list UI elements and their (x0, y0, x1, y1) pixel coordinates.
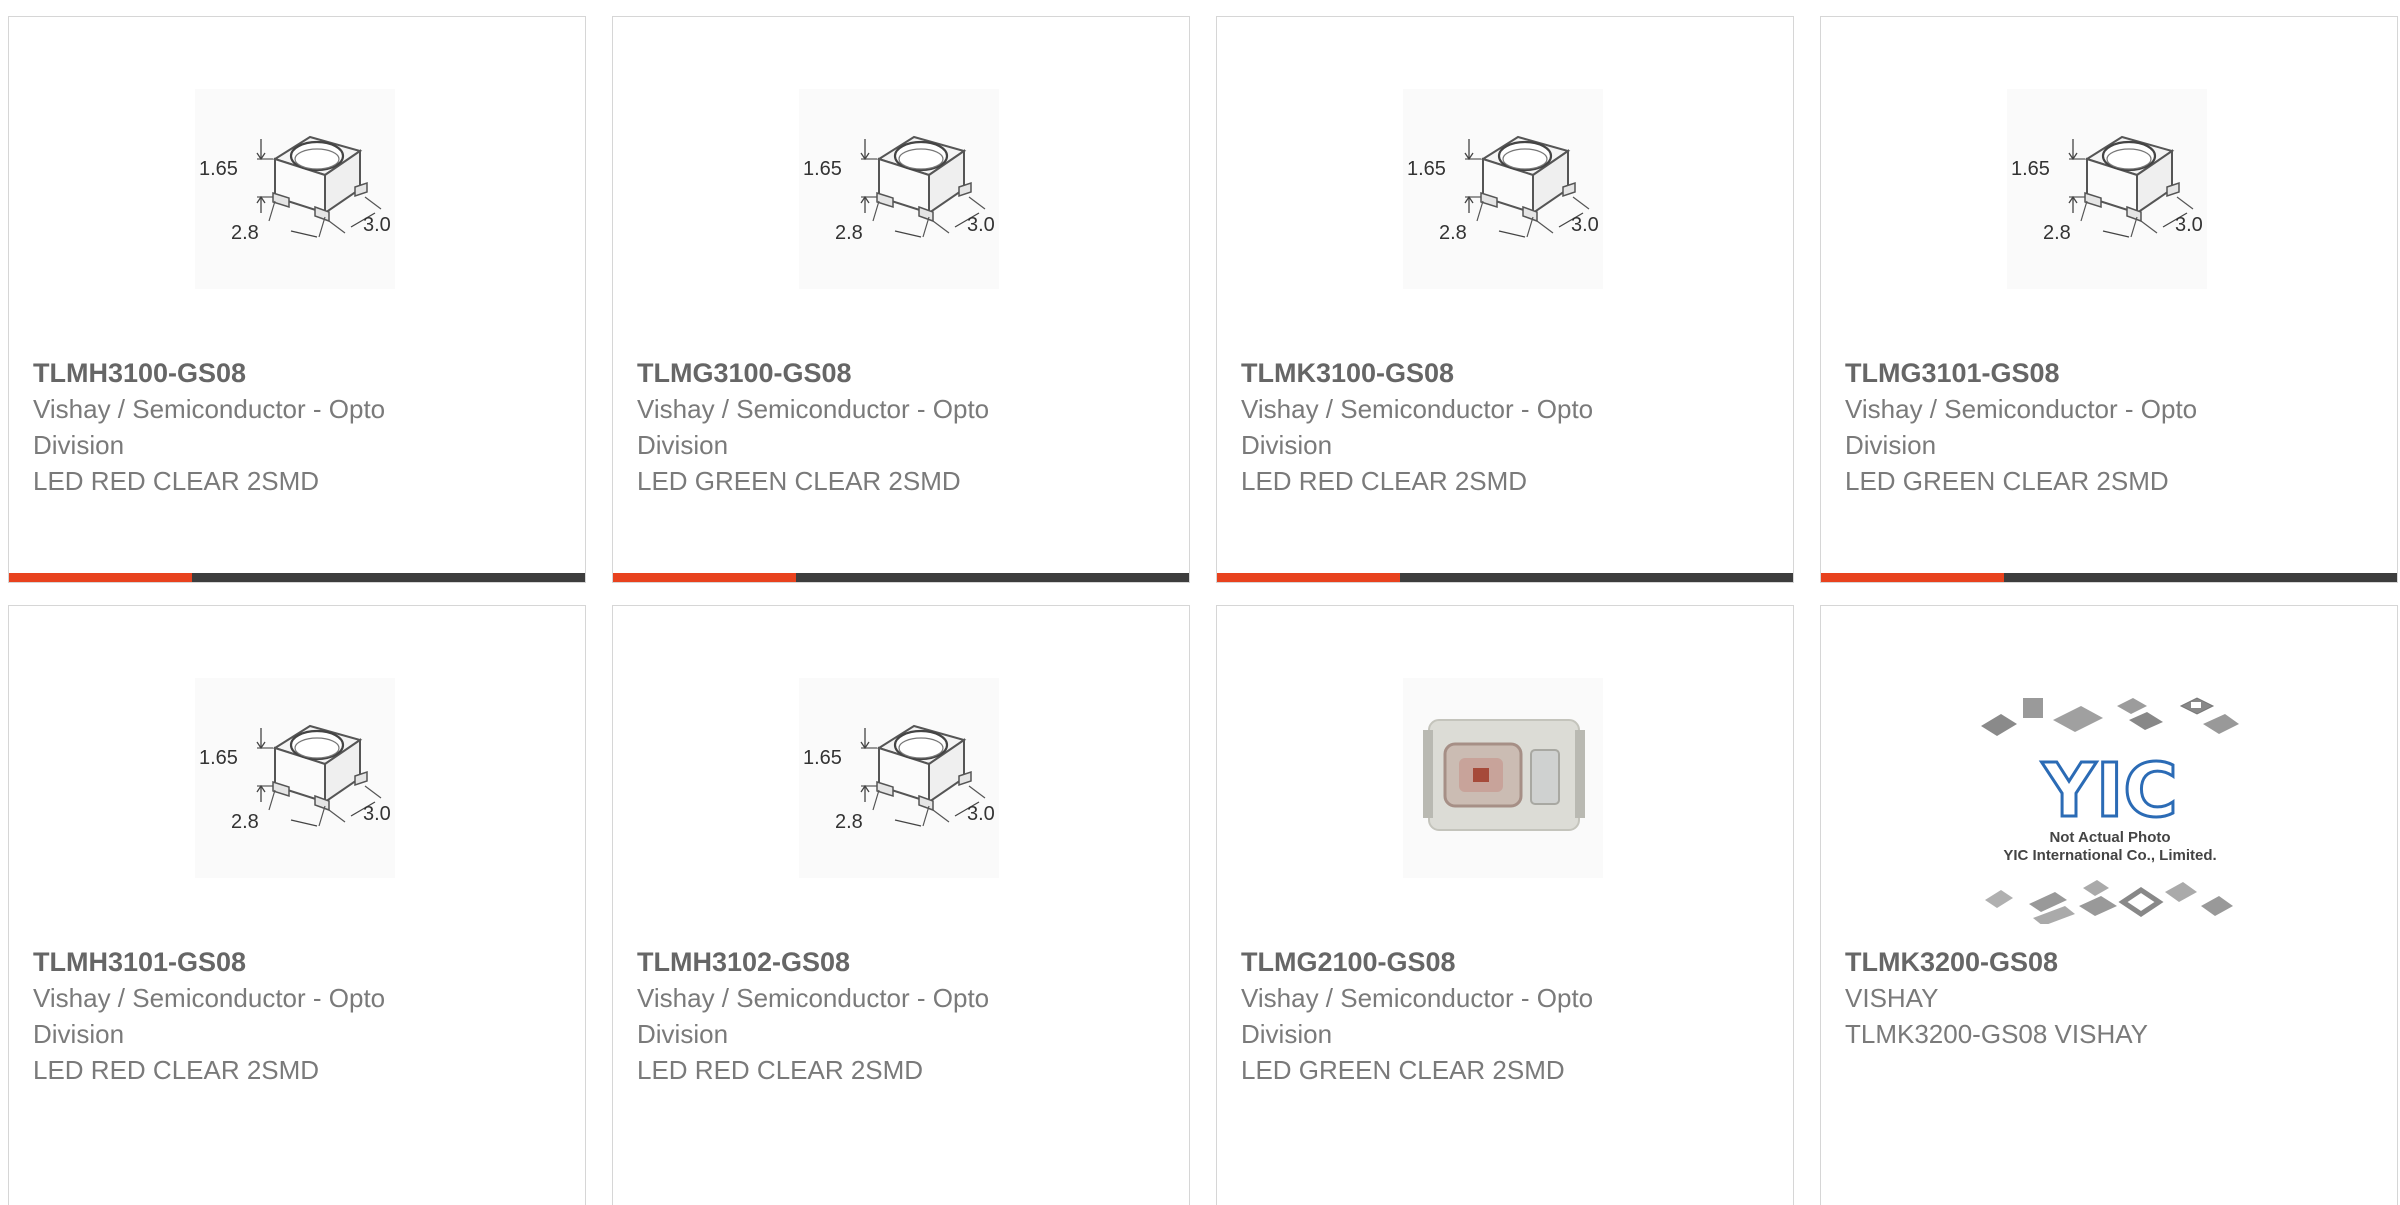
led-photo-icon (1423, 718, 1585, 838)
dim-width-label: 2.8 (835, 811, 863, 833)
dim-depth-label: 3.0 (967, 803, 995, 825)
dimension-drawing-icon: 1.65 2.8 3.0 (1407, 135, 1599, 244)
product-card[interactable]: 1.65 2.8 3.0 TLMH3100-GS08 Vishay / Semi… (8, 16, 586, 583)
product-info: TLMH3101-GS08 Vishay / Semiconductor - O… (33, 944, 503, 1088)
dim-height-label: 1.65 (803, 158, 842, 180)
card-accent-bar (1821, 573, 2004, 582)
product-image[interactable]: YIC Not Actual Photo YIC International C… (1971, 684, 2249, 924)
product-description: TLMK3200-GS08 VISHAY (1845, 1019, 2148, 1049)
dimension-drawing-icon: 1.65 2.8 3.0 (803, 135, 995, 244)
dim-width-label: 2.8 (1439, 222, 1467, 244)
dimension-drawing-icon: 1.65 2.8 3.0 (199, 724, 391, 833)
manufacturer-line2: Division (1241, 1019, 1333, 1049)
yic-logo: YIC (2041, 748, 2177, 834)
dim-width-label: 2.8 (231, 222, 259, 244)
dim-depth-label: 3.0 (1571, 214, 1599, 236)
product-description: LED GREEN CLEAR 2SMD (637, 466, 961, 496)
manufacturer-line2: Division (637, 430, 729, 460)
manufacturer-line1: Vishay / Semiconductor - Opto (1241, 983, 1594, 1013)
product-image[interactable]: 1.65 2.8 3.0 (2007, 89, 2207, 289)
dim-height-label: 1.65 (1407, 158, 1446, 180)
part-number-link[interactable]: TLMG3100-GS08 (637, 355, 1107, 391)
yic-placeholder-icon: YIC Not Actual Photo YIC International C… (1981, 697, 2239, 924)
part-number-link[interactable]: TLMH3100-GS08 (33, 355, 503, 391)
product-info: TLMH3102-GS08 Vishay / Semiconductor - O… (637, 944, 1107, 1088)
product-card[interactable]: YIC Not Actual Photo YIC International C… (1820, 605, 2398, 1205)
card-accent-bar (9, 573, 192, 582)
card-bottom-bar (613, 573, 1189, 582)
card-accent-bar (1217, 573, 1400, 582)
product-description: LED RED CLEAR 2SMD (637, 1055, 924, 1085)
product-card[interactable]: TLMG2100-GS08 Vishay / Semiconductor - O… (1216, 605, 1794, 1205)
product-card[interactable]: 1.65 2.8 3.0 TLMK3100-GS08 Vishay / Semi… (1216, 16, 1794, 583)
product-image[interactable]: 1.65 2.8 3.0 (799, 678, 999, 878)
dim-width-label: 2.8 (2043, 222, 2071, 244)
product-image[interactable]: 1.65 2.8 3.0 (195, 678, 395, 878)
dimension-drawing-icon: 1.65 2.8 3.0 (803, 724, 995, 833)
product-card[interactable]: 1.65 2.8 3.0 TLMH3101-GS08 Vishay / Semi… (8, 605, 586, 1205)
product-info: TLMK3100-GS08 Vishay / Semiconductor - O… (1241, 355, 1711, 499)
dim-width-label: 2.8 (231, 811, 259, 833)
dim-width-label: 2.8 (835, 222, 863, 244)
product-info: TLMG3101-GS08 Vishay / Semiconductor - O… (1845, 355, 2315, 499)
dim-depth-label: 3.0 (363, 803, 391, 825)
part-number-link[interactable]: TLMK3100-GS08 (1241, 355, 1711, 391)
part-number-link[interactable]: TLMG2100-GS08 (1241, 944, 1711, 980)
dim-height-label: 1.65 (803, 747, 842, 769)
product-image[interactable]: 1.65 2.8 3.0 (799, 89, 999, 289)
product-card[interactable]: 1.65 2.8 3.0 TLMH3102-GS08 Vishay / Semi… (612, 605, 1190, 1205)
manufacturer-line2: Division (33, 1019, 125, 1049)
manufacturer-line2: Division (637, 1019, 729, 1049)
product-grid: 1.65 2.8 3.0 TLMH3100-GS08 Vishay / Semi… (8, 16, 2400, 1205)
part-number-link[interactable]: TLMH3102-GS08 (637, 944, 1107, 980)
manufacturer-line2: Division (33, 430, 125, 460)
manufacturer-line1: Vishay / Semiconductor - Opto (637, 983, 990, 1013)
manufacturer-line1: Vishay / Semiconductor - Opto (1241, 394, 1594, 424)
yic-company-text: YIC International Co., Limited. (2003, 847, 2216, 864)
dimension-drawing-icon: 1.65 2.8 3.0 (2011, 135, 2203, 244)
dim-height-label: 1.65 (199, 158, 238, 180)
product-description: LED RED CLEAR 2SMD (1241, 466, 1528, 496)
product-image[interactable]: 1.65 2.8 3.0 (195, 89, 395, 289)
part-number-link[interactable]: TLMK3200-GS08 (1845, 944, 2315, 980)
product-card[interactable]: 1.65 2.8 3.0 TLMG3101-GS08 Vishay / Semi… (1820, 16, 2398, 583)
product-info: TLMH3100-GS08 Vishay / Semiconductor - O… (33, 355, 503, 499)
card-bottom-bar (1217, 573, 1793, 582)
product-image[interactable]: 1.65 2.8 3.0 (1403, 89, 1603, 289)
dim-depth-label: 3.0 (967, 214, 995, 236)
product-info: TLMG3100-GS08 Vishay / Semiconductor - O… (637, 355, 1107, 499)
dim-height-label: 1.65 (2011, 158, 2050, 180)
manufacturer-line2: Division (1241, 430, 1333, 460)
card-bottom-bar (9, 573, 585, 582)
product-description: LED GREEN CLEAR 2SMD (1845, 466, 2169, 496)
dim-height-label: 1.65 (199, 747, 238, 769)
part-number-link[interactable]: TLMG3101-GS08 (1845, 355, 2315, 391)
product-description: LED RED CLEAR 2SMD (33, 466, 320, 496)
part-number-link[interactable]: TLMH3101-GS08 (33, 944, 503, 980)
card-bottom-bar (1821, 573, 2397, 582)
product-description: LED RED CLEAR 2SMD (33, 1055, 320, 1085)
manufacturer-line1: Vishay / Semiconductor - Opto (637, 394, 990, 424)
not-actual-photo-text: Not Actual Photo (2049, 829, 2170, 846)
manufacturer-line1: VISHAY (1845, 983, 1939, 1013)
product-image[interactable] (1403, 678, 1603, 878)
dimension-drawing-icon: 1.65 2.8 3.0 (199, 135, 391, 244)
product-info: TLMK3200-GS08 VISHAY TLMK3200-GS08 VISHA… (1845, 944, 2315, 1052)
dim-depth-label: 3.0 (2175, 214, 2203, 236)
dim-depth-label: 3.0 (363, 214, 391, 236)
product-info: TLMG2100-GS08 Vishay / Semiconductor - O… (1241, 944, 1711, 1088)
manufacturer-line1: Vishay / Semiconductor - Opto (33, 394, 386, 424)
card-accent-bar (613, 573, 796, 582)
product-description: LED GREEN CLEAR 2SMD (1241, 1055, 1565, 1085)
manufacturer-line1: Vishay / Semiconductor - Opto (1845, 394, 2198, 424)
manufacturer-line1: Vishay / Semiconductor - Opto (33, 983, 386, 1013)
product-card[interactable]: 1.65 2.8 3.0 TLMG3100-GS08 Vishay / Semi… (612, 16, 1190, 583)
manufacturer-line2: Division (1845, 430, 1937, 460)
